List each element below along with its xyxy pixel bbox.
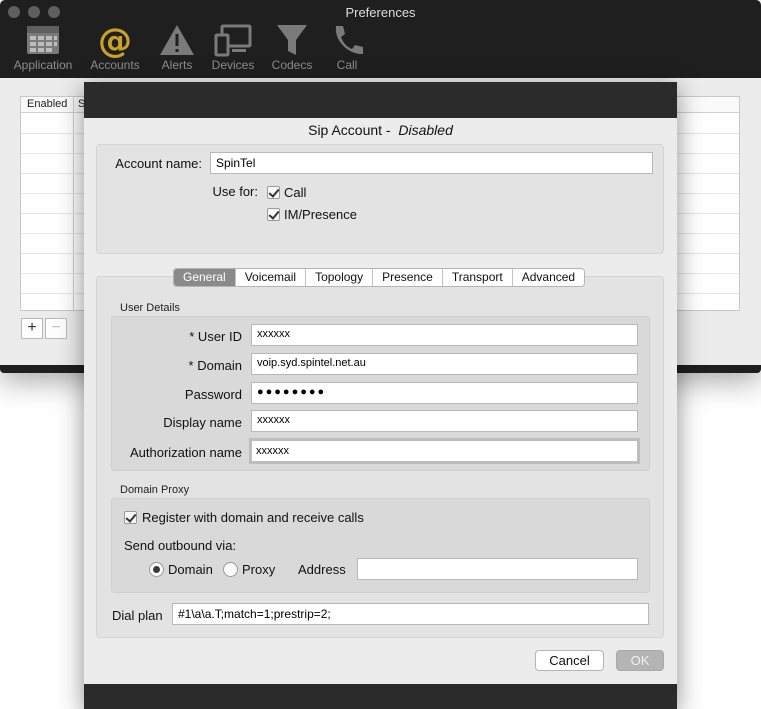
use-call-label: Call (284, 185, 307, 200)
account-status: Disabled (398, 122, 453, 138)
authorization-name-input[interactable]: xxxxxx (249, 438, 640, 464)
sip-account-sheet: Sip Account - Disabled Account name: Spi… (84, 82, 677, 709)
password-label: Password (184, 387, 242, 402)
tab-general[interactable]: General (174, 269, 236, 286)
use-im-presence-checkbox[interactable] (267, 208, 280, 221)
phone-icon (335, 26, 363, 55)
account-tabs: General Voicemail Topology Presence Tran… (173, 268, 586, 287)
calendar-icon (27, 26, 59, 54)
svg-text:@: @ (98, 22, 132, 58)
outbound-domain-radio[interactable] (149, 562, 164, 577)
domain-label: * Domain (188, 358, 242, 373)
tab-voicemail[interactable]: Voicemail (235, 269, 307, 286)
display-name-input[interactable]: xxxxxx (251, 410, 638, 432)
sheet-top-bar (84, 82, 677, 118)
register-domain-label: Register with domain and receive calls (142, 510, 364, 525)
use-for-label: Use for: (212, 184, 258, 199)
domain-input[interactable]: voip.syd.spintel.net.au (251, 353, 638, 375)
domain-proxy-panel: Register with domain and receive calls S… (111, 498, 650, 593)
tab-content-box: User Details * User ID xxxxxx * Domain v… (96, 276, 664, 638)
add-account-button[interactable]: + (21, 318, 43, 339)
sheet-bottom-bar (84, 684, 677, 709)
tab-transport[interactable]: Transport (442, 269, 513, 286)
tab-presence[interactable]: Presence (373, 269, 443, 286)
outbound-proxy-radio[interactable] (223, 562, 238, 577)
window-title: Preferences (345, 5, 416, 20)
display-name-label: Display name (163, 415, 242, 430)
user-id-input[interactable]: xxxxxx (251, 324, 638, 346)
address-label: Address (298, 562, 346, 577)
account-box: Account name: SpinTel Use for: Call IM/P… (96, 144, 664, 254)
sheet-title: Sip Account - Disabled (84, 122, 677, 138)
toolbar-call[interactable]: Call (312, 22, 382, 72)
use-im-presence-label: IM/Presence (284, 207, 357, 222)
authorization-name-label: Authorization name (129, 445, 242, 460)
remove-account-button[interactable]: − (45, 318, 67, 339)
tab-topology[interactable]: Topology (306, 269, 374, 286)
user-details-panel: * User ID xxxxxx * Domain voip.syd.spint… (111, 316, 650, 471)
dial-plan-input[interactable]: #1\a\a.T;match=1;prestrip=2; (172, 603, 649, 625)
tab-advanced[interactable]: Advanced (512, 269, 585, 286)
account-name-input[interactable]: SpinTel (210, 152, 653, 174)
use-call-checkbox[interactable] (267, 186, 280, 199)
user-details-heading: User Details (120, 302, 180, 314)
outbound-proxy-label: Proxy (242, 562, 276, 577)
register-domain-checkbox[interactable] (124, 511, 137, 524)
account-name-label: Account name: (115, 156, 202, 171)
dial-plan-label: Dial plan (112, 608, 163, 623)
toolbar-call-label: Call (336, 58, 358, 72)
user-id-label: * User ID (189, 329, 242, 344)
at-sign-icon: @ (98, 22, 132, 58)
ok-button[interactable]: OK (616, 650, 664, 671)
sheet-title-text: Sip Account - (308, 122, 391, 138)
password-input[interactable]: ●●●●●●●● (251, 382, 638, 404)
cancel-button[interactable]: Cancel (535, 650, 604, 671)
address-input[interactable] (357, 558, 638, 580)
send-outbound-label: Send outbound via: (124, 538, 237, 553)
outbound-domain-label: Domain (168, 562, 213, 577)
domain-proxy-heading: Domain Proxy (120, 484, 190, 496)
column-enabled[interactable]: Enabled (27, 98, 67, 110)
toolbar-application[interactable]: Application (8, 22, 78, 72)
